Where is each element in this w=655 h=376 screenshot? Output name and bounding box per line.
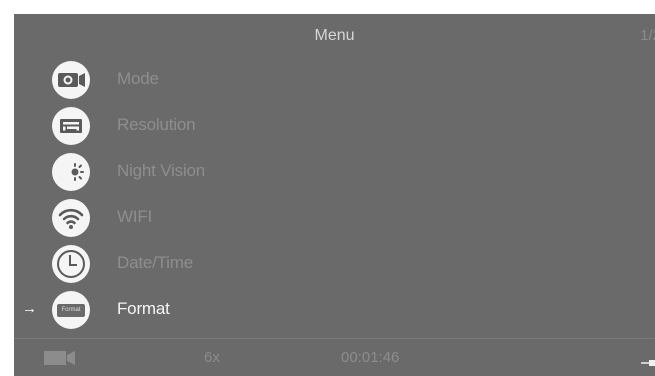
menu-item-resolution[interactable]: Resolution: [14, 102, 655, 148]
resolution-icon: [52, 107, 90, 145]
menu-item-label: Resolution: [117, 115, 196, 134]
zoom-level: 6x: [204, 349, 220, 366]
camera-icon: [52, 61, 90, 99]
wifi-icon: [52, 199, 90, 237]
format-icon-text: Format: [57, 304, 85, 317]
selection-arrow-icon: →: [22, 300, 37, 317]
menu-item-label: Mode: [117, 69, 159, 88]
video-camera-icon: [44, 351, 78, 370]
night-vision-icon: [52, 153, 90, 191]
menu-item-label: Date/Time: [117, 253, 193, 272]
recording-timer: 00:01:46: [341, 349, 400, 366]
menu-item-date-time[interactable]: Date/Time: [14, 240, 655, 286]
page-indicator: 1/2: [640, 27, 655, 44]
menu-item-format[interactable]: → Format Format: [14, 286, 655, 332]
menu-item-mode[interactable]: Mode: [14, 56, 655, 102]
menu-item-night-vision[interactable]: Night Vision: [14, 148, 655, 194]
menu-item-label: Format: [117, 299, 170, 318]
menu-item-label: WIFI: [117, 207, 153, 226]
menu-title: Menu: [314, 27, 355, 44]
menu-item-label: Night Vision: [117, 161, 206, 180]
camera-menu-screen: Menu 1/2 Mode: [14, 14, 655, 376]
format-icon: Format: [52, 291, 90, 329]
status-bar: 6x 00:01:46: [14, 339, 655, 376]
clock-icon: [52, 245, 90, 283]
power-plug-icon: [641, 354, 655, 372]
menu-item-wifi[interactable]: WIFI: [14, 194, 655, 240]
